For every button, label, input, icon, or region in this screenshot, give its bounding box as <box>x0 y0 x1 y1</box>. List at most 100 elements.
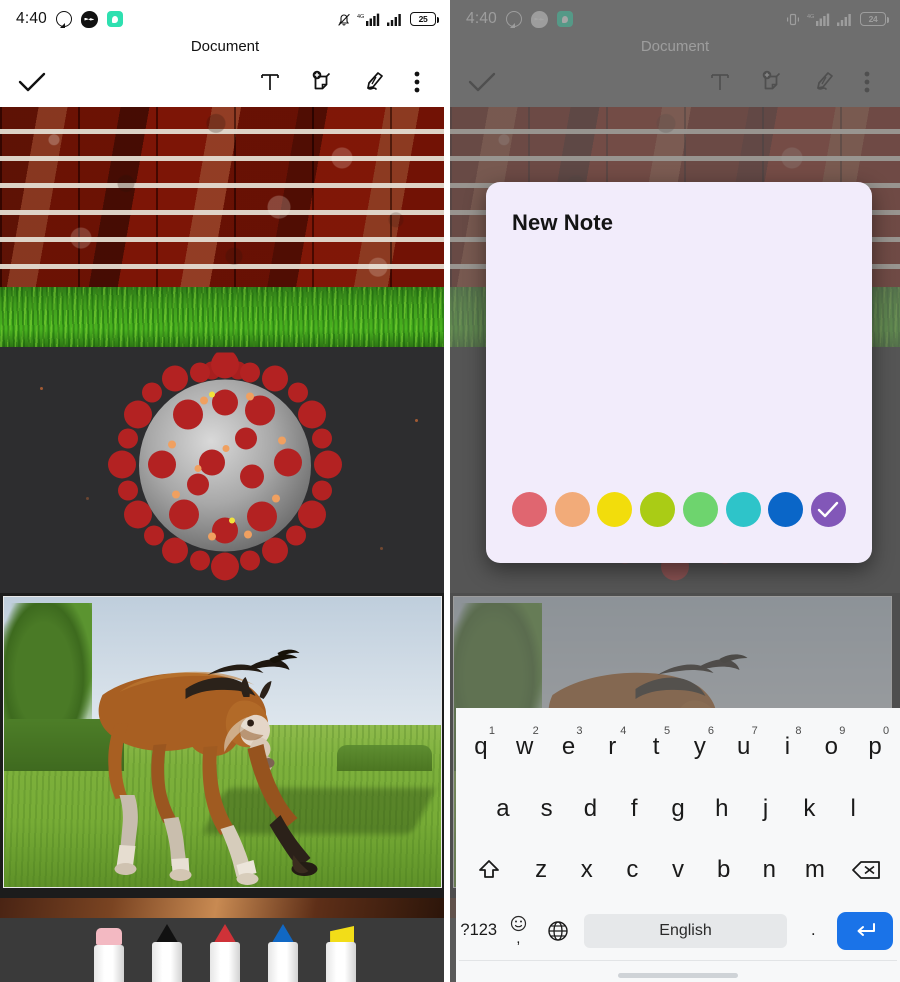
symbols-key[interactable]: ?123 <box>459 901 499 960</box>
onscreen-keyboard[interactable]: q1 w2 e3 r4 t5 y6 u7 i8 o9 p0 a s d f g … <box>456 708 900 982</box>
red-pen-tool[interactable] <box>208 924 242 982</box>
app-bar-left: Document <box>0 38 450 107</box>
keyboard-bottom-bar <box>459 959 897 982</box>
space-key[interactable]: English <box>583 913 788 948</box>
backspace-key[interactable] <box>838 840 897 902</box>
coronavirus-photo[interactable] <box>0 347 450 593</box>
text-tool-button[interactable] <box>694 59 746 105</box>
page-title: Document <box>640 38 710 55</box>
more-options-button[interactable] <box>400 59 434 105</box>
backspace-icon <box>852 861 881 880</box>
key-w[interactable]: w2 <box>503 716 547 778</box>
status-bar-right-group: 4G 25 <box>337 12 439 27</box>
key-t[interactable]: t5 <box>634 716 678 778</box>
whatsapp-icon <box>505 11 522 27</box>
svg-text:4G: 4G <box>807 14 814 20</box>
eraser-tool[interactable] <box>92 924 126 982</box>
key-u[interactable]: u7 <box>722 716 766 778</box>
key-z[interactable]: z <box>518 840 564 902</box>
messenger-icon <box>530 10 548 28</box>
markers-toolbar[interactable] <box>0 898 450 982</box>
brick-wall-photo[interactable] <box>0 107 450 347</box>
status-bar-right: 4:40 4G 24 <box>450 0 900 38</box>
key-k[interactable]: k <box>787 778 831 840</box>
status-time: 4:40 <box>16 10 47 27</box>
signal-4g-icon: 4G <box>807 12 831 27</box>
color-swatch-orange[interactable] <box>554 492 590 527</box>
panel-divider <box>444 0 450 982</box>
add-note-button[interactable] <box>746 59 798 105</box>
photo-sliver <box>0 898 450 918</box>
note-text-area[interactable] <box>486 236 872 492</box>
key-q[interactable]: q1 <box>459 716 503 778</box>
period-key[interactable]: . <box>793 901 833 960</box>
vibrate-icon <box>785 12 801 27</box>
horse-photo[interactable] <box>0 593 450 898</box>
done-check-button[interactable] <box>456 59 508 105</box>
color-swatch-lime[interactable] <box>640 492 676 527</box>
color-swatch-teal[interactable] <box>725 492 761 527</box>
key-c[interactable]: c <box>610 840 656 902</box>
draw-tool-button[interactable] <box>348 59 400 105</box>
key-e[interactable]: e3 <box>547 716 591 778</box>
more-options-button[interactable] <box>850 59 884 105</box>
key-v[interactable]: v <box>655 840 701 902</box>
color-swatch-yellow[interactable] <box>597 492 633 527</box>
key-i[interactable]: i8 <box>766 716 810 778</box>
whatsapp-icon <box>55 11 72 27</box>
key-p[interactable]: p0 <box>853 716 897 778</box>
shift-key[interactable] <box>459 840 518 902</box>
yellow-highlighter-tool[interactable] <box>324 924 358 982</box>
signal-4g-icon: 4G <box>357 12 381 27</box>
key-x[interactable]: x <box>564 840 610 902</box>
done-check-button[interactable] <box>6 59 58 105</box>
key-r[interactable]: r4 <box>590 716 634 778</box>
key-m[interactable]: m <box>792 840 838 902</box>
bell-silent-icon <box>337 12 351 27</box>
keyboard-row-4: ?123 , English . <box>459 901 897 960</box>
gesture-handle[interactable] <box>618 972 738 978</box>
brick-noise <box>0 107 450 289</box>
app-bar-right: Document <box>450 38 900 107</box>
key-d[interactable]: d <box>569 778 613 840</box>
key-h[interactable]: h <box>700 778 744 840</box>
key-j[interactable]: j <box>744 778 788 840</box>
status-bar-left-group: 4:40 <box>466 10 573 28</box>
key-n[interactable]: n <box>746 840 792 902</box>
color-swatch-green[interactable] <box>682 492 718 527</box>
check-icon <box>818 501 839 517</box>
add-note-button[interactable] <box>296 59 348 105</box>
key-b[interactable]: b <box>701 840 747 902</box>
keyboard-row-1: q1 w2 e3 r4 t5 y6 u7 i8 o9 p0 <box>459 716 897 778</box>
status-bar-left-group: 4:40 <box>16 10 123 28</box>
comma-label: , <box>516 930 521 948</box>
blue-pen-tool[interactable] <box>266 924 300 982</box>
language-key[interactable] <box>538 901 578 960</box>
key-o[interactable]: o9 <box>809 716 853 778</box>
horse-image <box>3 596 442 888</box>
screenshot-root: 4:40 4G 25 Document 4:40 4G 24 Document … <box>0 0 900 982</box>
emoji-comma-key[interactable]: , <box>499 901 539 960</box>
color-swatch-blue[interactable] <box>768 492 804 527</box>
shift-arrow-icon <box>478 860 499 879</box>
key-s[interactable]: s <box>525 778 569 840</box>
key-g[interactable]: g <box>656 778 700 840</box>
text-tool-button[interactable] <box>244 59 296 105</box>
color-swatch-purple[interactable] <box>810 492 846 527</box>
key-f[interactable]: f <box>612 778 656 840</box>
keyboard-row-2: a s d f g h j k l <box>459 778 897 840</box>
new-note-dialog: New Note <box>486 182 872 563</box>
black-pen-tool[interactable] <box>150 924 184 982</box>
status-bar-right-group: 4G 24 <box>785 12 889 27</box>
key-l[interactable]: l <box>831 778 875 840</box>
document-canvas-left[interactable] <box>0 107 450 982</box>
dialog-title: New Note <box>512 210 614 235</box>
color-swatch-red[interactable] <box>512 492 547 527</box>
signal-second-sim-icon <box>387 12 404 27</box>
key-a[interactable]: a <box>481 778 525 840</box>
phone-screen-right: 4:40 4G 24 Document New Note q 1 w 2 e 3… <box>450 0 900 982</box>
toolbar-left <box>0 57 450 107</box>
key-y[interactable]: y6 <box>678 716 722 778</box>
enter-key[interactable] <box>837 911 893 950</box>
draw-tool-button[interactable] <box>798 59 850 105</box>
